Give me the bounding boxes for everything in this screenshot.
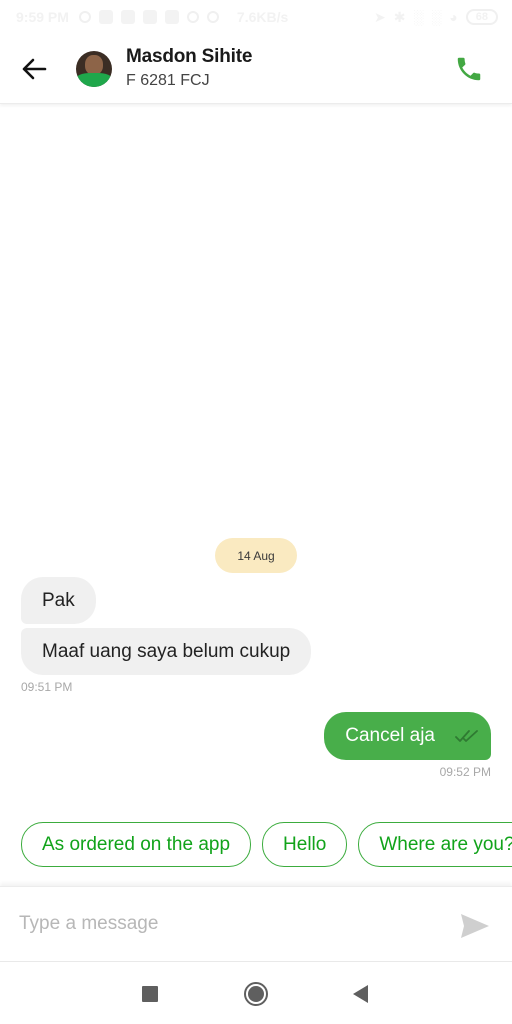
message-text: Pak <box>42 589 75 611</box>
driver-avatar[interactable] <box>76 50 112 87</box>
incoming-message[interactable]: Maaf uang saya belum cukup <box>21 628 312 675</box>
call-button[interactable] <box>454 54 484 84</box>
location-arrow-icon: ➤ <box>373 8 386 25</box>
back-triangle-icon[interactable] <box>353 985 368 1003</box>
location-icon <box>78 11 91 23</box>
chat-header: Masdon Sihite F 6281 FCJ <box>0 34 512 104</box>
back-button[interactable] <box>0 34 72 104</box>
avatar-jacket <box>76 72 112 87</box>
phone-icon <box>457 57 481 81</box>
notification-icon <box>164 10 179 24</box>
double-check-icon <box>455 730 478 742</box>
network-speed: 7.6KB/s <box>236 9 289 25</box>
outgoing-message[interactable]: Cancel aja <box>324 712 491 760</box>
quick-reply-chip[interactable]: Where are you? <box>358 822 512 867</box>
message-input[interactable] <box>19 913 429 935</box>
status-bar: 9:59 PM 7.6KB/s ➤ ✱ ░ ░ ◕ 68 <box>0 0 512 34</box>
recent-apps-icon[interactable] <box>142 986 158 1002</box>
date-separator: 14 Aug <box>215 538 297 573</box>
notification-icon <box>120 10 135 24</box>
avatar-face <box>85 54 103 75</box>
incoming-timestamp: 09:51 PM <box>21 680 73 694</box>
home-icon[interactable] <box>244 982 268 1006</box>
quick-replies: As ordered on the app Hello Where are yo… <box>21 822 512 867</box>
quick-reply-chip[interactable]: As ordered on the app <box>21 822 252 867</box>
system-navbar <box>0 963 512 1024</box>
sync-icon <box>206 11 219 23</box>
message-text: Cancel aja <box>345 725 435 746</box>
upload-icon <box>98 10 113 24</box>
message-composer <box>0 886 512 962</box>
wifi-icon: ◕ <box>449 9 458 25</box>
driver-info: Masdon Sihite F 6281 FCJ <box>126 46 252 91</box>
battery-indicator: 68 <box>465 9 498 25</box>
driver-name: Masdon Sihite <box>126 46 253 67</box>
outgoing-timestamp: 09:52 PM <box>439 765 491 779</box>
system-icons: ➤ ✱ ░ ░ ◕ 68 <box>374 9 498 26</box>
signal-icon: ░ <box>413 9 424 25</box>
signal-icon: ░ <box>431 9 442 25</box>
notification-icons: 7.6KB/s <box>78 9 374 25</box>
sync-icon <box>186 11 199 23</box>
chat-area: 14 Aug Pak Maaf uang saya belum cukup 09… <box>0 105 512 885</box>
arrow-left-icon <box>22 58 47 79</box>
send-button[interactable] <box>460 913 490 939</box>
send-icon <box>461 914 489 938</box>
plate-number: F 6281 FCJ <box>126 72 210 89</box>
bluetooth-icon: ✱ <box>393 8 406 25</box>
message-text: Maaf uang saya belum cukup <box>42 640 291 662</box>
save-icon <box>142 10 157 24</box>
quick-reply-chip[interactable]: Hello <box>262 822 348 867</box>
status-time: 9:59 PM <box>16 9 69 25</box>
home-icon-inner <box>248 986 264 1002</box>
incoming-message[interactable]: Pak <box>21 577 96 624</box>
